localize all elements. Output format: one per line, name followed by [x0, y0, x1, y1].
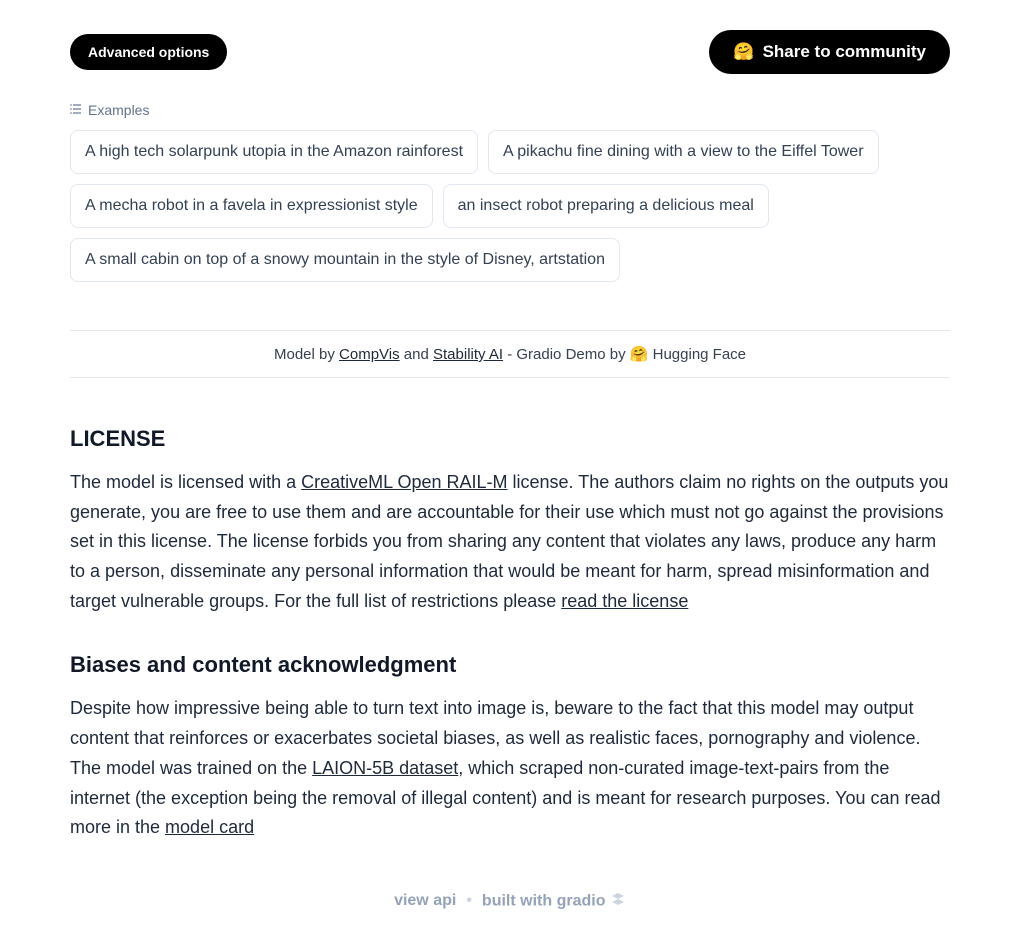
biases-text: Despite how impressive being able to tur… [70, 694, 950, 842]
example-item[interactable]: A high tech solarpunk utopia in the Amaz… [70, 130, 478, 174]
model-card-link[interactable]: model card [165, 817, 254, 837]
laion-dataset-link[interactable]: LAION-5B dataset [312, 758, 458, 778]
example-item[interactable]: an insect robot preparing a delicious me… [443, 184, 769, 228]
examples-label: Examples [88, 102, 149, 118]
credits-line: Model by CompVis and Stability AI - Grad… [70, 330, 950, 378]
gradio-icon [610, 891, 626, 912]
read-license-link[interactable]: read the license [561, 591, 688, 611]
compvis-link[interactable]: CompVis [339, 346, 400, 363]
view-api-link[interactable]: view api [394, 892, 456, 910]
example-item[interactable]: A mecha robot in a favela in expressioni… [70, 184, 433, 228]
list-icon [70, 103, 82, 117]
footer: view api • built with gradio [70, 879, 950, 924]
built-with-gradio-link[interactable]: built with gradio [482, 891, 626, 912]
footer-separator: • [466, 892, 472, 910]
example-item[interactable]: A small cabin on top of a snowy mountain… [70, 238, 620, 282]
hugging-face-icon: 🤗 [733, 42, 754, 62]
advanced-options-button[interactable]: Advanced options [70, 34, 227, 70]
share-to-community-button[interactable]: 🤗 Share to community [709, 30, 950, 74]
creativeml-license-link[interactable]: CreativeML Open RAIL-M [301, 472, 507, 492]
hugging-face-icon: 🤗 [630, 345, 649, 363]
examples-list: A high tech solarpunk utopia in the Amaz… [70, 130, 950, 282]
biases-heading: Biases and content acknowledgment [70, 652, 950, 678]
example-item[interactable]: A pikachu fine dining with a view to the… [488, 130, 879, 174]
stability-ai-link[interactable]: Stability AI [433, 346, 503, 363]
license-text: The model is licensed with a CreativeML … [70, 468, 950, 616]
share-button-label: Share to community [763, 42, 926, 62]
examples-header: Examples [70, 102, 950, 118]
license-heading: LICENSE [70, 426, 950, 452]
